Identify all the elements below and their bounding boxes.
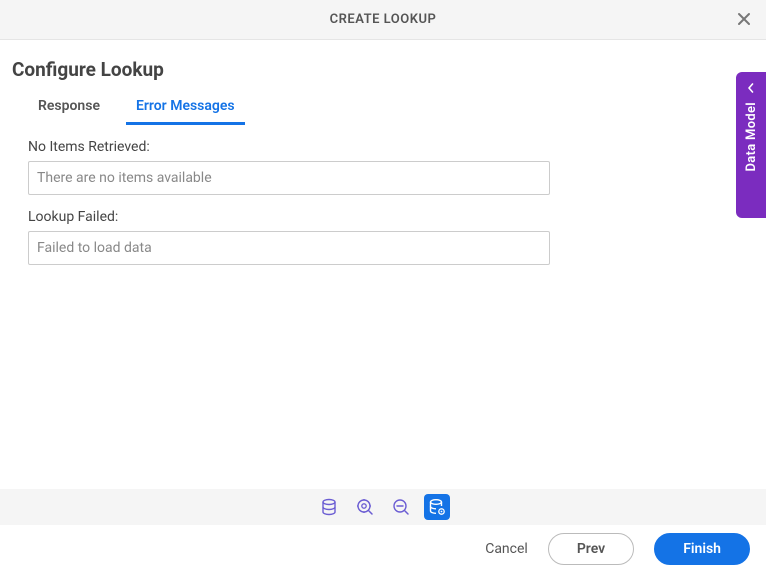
close-icon[interactable] [732, 6, 756, 34]
dialog-footer: Cancel Prev Finish [0, 525, 766, 573]
input-lookup-failed[interactable] [28, 231, 550, 265]
dialog-header: CREATE LOOKUP [0, 0, 766, 40]
step-search-icon[interactable] [388, 494, 414, 520]
wizard-steps [0, 489, 766, 525]
step-data-source-icon[interactable] [316, 494, 342, 520]
prev-button[interactable]: Prev [548, 533, 634, 565]
tab-error-messages[interactable]: Error Messages [126, 92, 245, 125]
step-lookup-icon[interactable] [424, 494, 450, 520]
label-lookup-failed: Lookup Failed: [28, 209, 754, 225]
field-no-items: No Items Retrieved: [12, 139, 754, 195]
chevron-left-icon [746, 82, 756, 96]
step-configure-icon[interactable] [352, 494, 378, 520]
field-lookup-failed: Lookup Failed: [12, 209, 754, 265]
tab-response[interactable]: Response [28, 92, 110, 125]
page-title: Configure Lookup [12, 58, 754, 81]
finish-button[interactable]: Finish [654, 533, 750, 565]
label-no-items: No Items Retrieved: [28, 139, 754, 155]
input-no-items[interactable] [28, 161, 550, 195]
side-panel-label: Data Model [744, 102, 759, 171]
dialog-body: Configure Lookup Response Error Messages… [0, 40, 766, 265]
cancel-button[interactable]: Cancel [485, 541, 528, 557]
data-model-panel-handle[interactable]: Data Model [736, 72, 766, 218]
dialog-title: CREATE LOOKUP [330, 12, 437, 27]
tabs: Response Error Messages [12, 92, 754, 125]
